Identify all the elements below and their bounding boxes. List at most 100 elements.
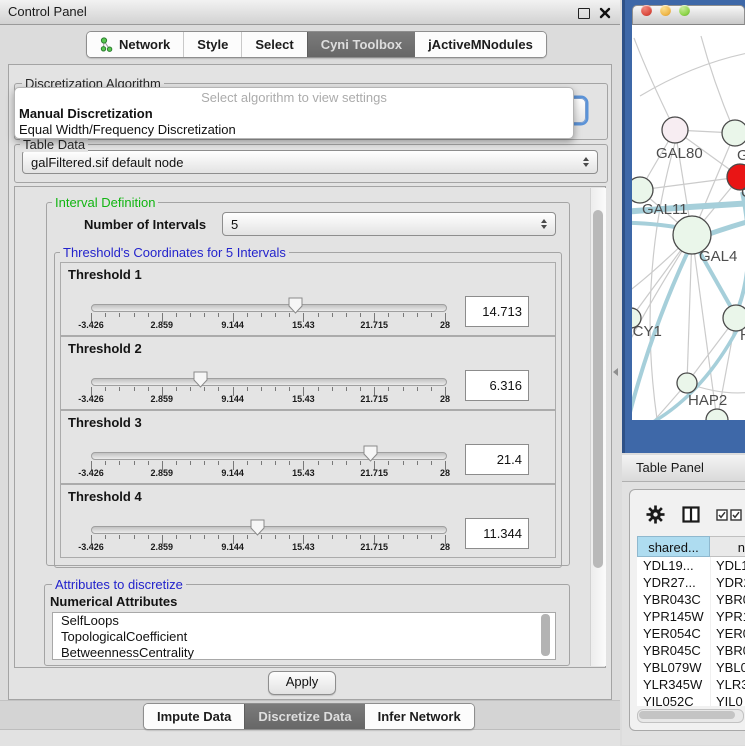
cell-shared-name: YDL19...	[637, 557, 710, 574]
tab-style[interactable]: Style	[183, 32, 241, 57]
cell-shared-name: YBR045C	[637, 642, 710, 659]
cell-name: YDL1	[710, 557, 745, 574]
table-row[interactable]: YER054CYER0	[637, 625, 745, 642]
cell-name: YER0	[710, 625, 745, 642]
tick-mark	[431, 387, 432, 391]
node-label-gal80: GAL80	[656, 145, 703, 162]
zoom-traffic-light[interactable]	[679, 5, 690, 16]
checkbox-icon[interactable]	[730, 509, 742, 521]
column-header-name[interactable]: na	[710, 536, 745, 557]
attribute-item-selfloops[interactable]: SelfLoops	[53, 613, 555, 629]
node-gal11[interactable]	[632, 177, 653, 203]
cell-shared-name: YBL079W	[637, 659, 710, 676]
table-scrollbar-thumb[interactable]	[639, 711, 735, 719]
tick-mark	[346, 535, 347, 539]
table-row[interactable]: YPR145WYPR1	[637, 608, 745, 625]
settings-scrollbar[interactable]	[590, 188, 606, 666]
node-label-hap2: HAP2	[688, 392, 727, 409]
tick-mark	[218, 461, 219, 465]
tab-select[interactable]: Select	[241, 32, 306, 57]
tick-mark	[388, 387, 389, 391]
table-data-combobox[interactable]: galFiltered.sif default node	[22, 150, 598, 174]
numerical-attributes-list[interactable]: SelfLoopsTopologicalCoefficientBetweenne…	[52, 612, 556, 660]
threshold-4-label: Threshold 4	[68, 489, 142, 504]
threshold-panel-1: Threshold 1-3.4262.8599.14415.4321.71528…	[60, 262, 556, 336]
tick-mark	[275, 313, 276, 317]
close-traffic-light[interactable]	[641, 5, 652, 16]
node-gal80[interactable]	[662, 117, 688, 143]
tab-network[interactable]: Network	[87, 32, 183, 57]
tab-discretize-data[interactable]: Discretize Data	[244, 704, 364, 729]
tick-mark	[332, 387, 333, 391]
tab-cyni-toolbox[interactable]: Cyni Toolbox	[307, 32, 415, 57]
table-horizontal-scrollbar[interactable]	[637, 709, 744, 723]
bottom-border-strip	[0, 729, 620, 746]
tab-impute-data[interactable]: Impute Data	[144, 704, 244, 729]
attributes-scrollbar-thumb[interactable]	[541, 614, 550, 656]
threshold-4-slider-track[interactable]	[91, 526, 447, 534]
minimize-traffic-light[interactable]	[660, 5, 671, 16]
table-row[interactable]: YBR045CYBR0	[637, 642, 745, 659]
tick-mark	[346, 387, 347, 391]
tick-label: -3.426	[78, 394, 104, 404]
attribute-item-topologicalcoefficient[interactable]: TopologicalCoefficient	[53, 629, 555, 645]
tick-mark	[148, 535, 149, 539]
tab-jactivemnodules[interactable]: jActiveMNodules	[415, 32, 546, 57]
float-window-icon[interactable]	[578, 8, 590, 19]
threshold-2-slider-thumb[interactable]	[193, 370, 208, 388]
tick-mark	[247, 387, 248, 391]
apply-button[interactable]: Apply	[268, 671, 336, 695]
tick-mark	[247, 313, 248, 317]
column-header-shared-name[interactable]: shared...	[637, 536, 710, 557]
threshold-3-value-field[interactable]: 21.4	[465, 444, 529, 475]
network-edge	[634, 38, 675, 130]
tab-select-label: Select	[255, 37, 293, 52]
tick-mark	[346, 313, 347, 317]
tick-mark	[190, 461, 191, 465]
threshold-4-value-field[interactable]: 11.344	[465, 518, 529, 549]
tick-mark	[119, 313, 120, 317]
node-hap2[interactable]	[677, 373, 697, 393]
cell-name: YBR0	[710, 591, 745, 608]
tab-infer-network[interactable]: Infer Network	[365, 704, 474, 729]
tick-mark	[388, 313, 389, 317]
close-icon[interactable]	[599, 7, 611, 19]
network-view-canvas[interactable]: GAL80GCGAL11GAL4GCY1HHAP2	[632, 25, 745, 420]
number-of-intervals-combobox[interactable]: 5	[222, 212, 556, 236]
table-data-group-title: Table Data	[20, 137, 88, 152]
column-layout-icon[interactable]	[682, 506, 700, 523]
threshold-1-slider-track[interactable]	[91, 304, 447, 312]
table-row[interactable]: YBR043CYBR0	[637, 591, 745, 608]
threshold-1-value-field[interactable]: 14.713	[465, 296, 529, 327]
node-node-bottom[interactable]	[706, 409, 728, 420]
cell-name: YBL0	[710, 659, 745, 676]
gear-icon[interactable]	[646, 505, 665, 524]
tick-mark	[431, 535, 432, 539]
tick-label: 21.715	[360, 468, 388, 478]
settings-scrollbar-thumb[interactable]	[593, 210, 603, 568]
tick-mark	[403, 535, 404, 539]
tick-mark	[417, 313, 418, 317]
threshold-1-slider-thumb[interactable]	[288, 296, 303, 314]
node-node-top-right[interactable]	[722, 120, 745, 146]
checkbox-icon[interactable]	[716, 509, 728, 521]
table-panel-titlebar: Table Panel	[622, 455, 745, 482]
node-table[interactable]: YDL19...YDL1YDR27...YDR2YBR043CYBR0YPR14…	[637, 557, 745, 706]
threshold-4-slider-thumb[interactable]	[250, 518, 265, 536]
attribute-item-betweennesscentrality[interactable]: BetweennessCentrality	[53, 645, 555, 660]
table-row[interactable]: YIL052CYIL0	[637, 693, 745, 706]
tick-mark	[134, 461, 135, 465]
threshold-3-slider-track[interactable]	[91, 452, 447, 460]
threshold-2-slider-track[interactable]	[91, 378, 447, 386]
table-row[interactable]: YBL079WYBL0	[637, 659, 745, 676]
table-row[interactable]: YDL19...YDL1	[637, 557, 745, 574]
algorithm-option-manual-discretization[interactable]: Manual Discretization	[15, 106, 573, 122]
algorithm-option-equal-width-frequency-discretization[interactable]: Equal Width/Frequency Discretization	[15, 122, 573, 138]
network-edge	[650, 143, 675, 420]
table-row[interactable]: YDR27...YDR2	[637, 574, 745, 591]
threshold-3-slider-thumb[interactable]	[363, 444, 378, 462]
threshold-2-value-field[interactable]: 6.316	[465, 370, 529, 401]
split-divider-collapse-icon[interactable]	[613, 368, 618, 376]
tick-label: 2.859	[151, 320, 174, 330]
table-row[interactable]: YLR345WYLR3	[637, 676, 745, 693]
